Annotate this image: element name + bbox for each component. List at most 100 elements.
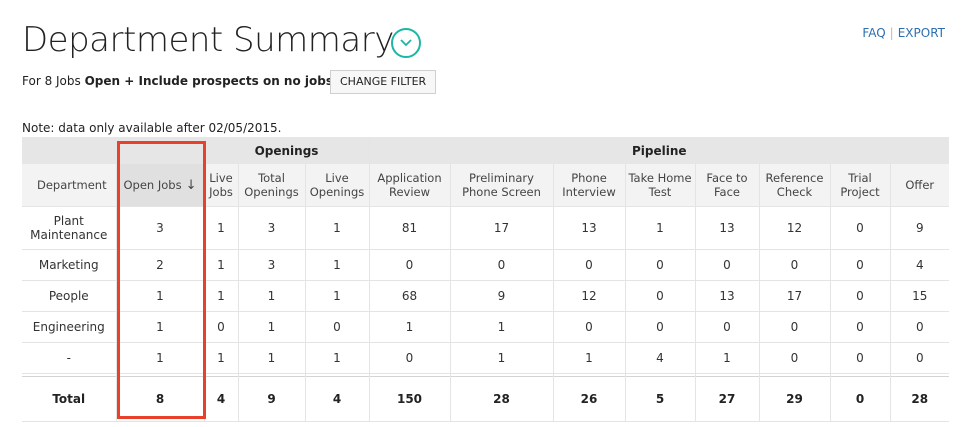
value-cell: 3: [237, 249, 305, 281]
department-cell: Total: [22, 376, 116, 422]
value-cell: 3: [115, 206, 204, 250]
value-cell: 1: [552, 342, 625, 374]
table-body: Plant Maintenance 3 1 3 1 81 17 13 1 13 12 0 9 Market…: [22, 206, 950, 422]
value-cell: 0: [552, 249, 625, 281]
value-cell: 2: [115, 249, 204, 281]
value-cell: 1: [237, 280, 305, 312]
column-header-offer[interactable]: Offer: [889, 164, 950, 207]
value-cell: 0: [449, 249, 553, 281]
value-cell: 0: [889, 311, 950, 343]
value-cell: 0: [829, 311, 890, 343]
value-cell: 28: [449, 376, 553, 422]
export-link[interactable]: EXPORT: [898, 26, 945, 40]
group-header-blank: [22, 137, 204, 164]
column-header-live-openings[interactable]: Live Openings: [304, 164, 369, 207]
value-cell: 13: [552, 206, 625, 250]
value-cell: 13: [694, 206, 759, 250]
value-cell: 1: [203, 342, 238, 374]
value-cell: 1: [449, 342, 553, 374]
table-row: People 1 1 1 1 68 9 12 0 13 17 0 15: [22, 280, 950, 312]
value-cell: 17: [758, 280, 830, 312]
value-cell: 0: [829, 280, 890, 312]
value-cell: 4: [304, 376, 369, 422]
column-header-trial-project[interactable]: Trial Project: [829, 164, 890, 207]
column-header-phone-interview[interactable]: Phone Interview: [552, 164, 625, 207]
group-header-pipeline: Pipeline: [368, 137, 950, 164]
column-header-preliminary-phone-screen[interactable]: Preliminary Phone Screen: [449, 164, 553, 207]
value-cell: 28: [889, 376, 950, 422]
value-cell: 0: [304, 311, 369, 343]
department-summary-table: Openings Pipeline Department Open Jobs ↓ …: [22, 137, 950, 422]
column-header-face-to-face[interactable]: Face to Face: [694, 164, 759, 207]
value-cell: 1: [115, 342, 204, 374]
value-cell: 5: [624, 376, 695, 422]
filter-plus: +: [120, 74, 139, 88]
value-cell: 15: [889, 280, 950, 312]
department-cell: -: [22, 342, 116, 374]
column-header-live-jobs[interactable]: Live Jobs: [203, 164, 238, 207]
value-cell: 3: [237, 206, 305, 250]
value-cell: 1: [368, 311, 450, 343]
link-separator: |: [889, 26, 894, 40]
value-cell: 1: [115, 311, 204, 343]
value-cell: 0: [829, 342, 890, 374]
value-cell: 1: [304, 206, 369, 250]
column-header-open-jobs[interactable]: Open Jobs ↓: [115, 164, 204, 207]
table-row: -111101141000: [22, 342, 950, 374]
value-cell: 0: [203, 311, 238, 343]
change-filter-button[interactable]: CHANGE FILTER: [330, 70, 437, 94]
page-title: Department Summary: [22, 20, 394, 60]
value-cell: 12: [758, 206, 830, 250]
value-cell: 1: [624, 206, 695, 250]
value-cell: 1: [694, 342, 759, 374]
value-cell: 0: [624, 311, 695, 343]
value-cell: 9: [449, 280, 553, 312]
value-cell: 0: [368, 249, 450, 281]
value-cell: 12: [552, 280, 625, 312]
value-cell: 150: [368, 376, 450, 422]
value-cell: 1: [203, 249, 238, 281]
column-header-take-home-test[interactable]: Take Home Test: [624, 164, 695, 207]
value-cell: 17: [449, 206, 553, 250]
chevron-down-circle-icon[interactable]: [391, 28, 421, 58]
department-cell: Marketing: [22, 249, 116, 281]
top-links: FAQ | EXPORT: [862, 26, 945, 40]
department-cell: People: [22, 280, 116, 312]
value-cell: 9: [889, 206, 950, 250]
value-cell: 81: [368, 206, 450, 250]
value-cell: 1: [203, 206, 238, 250]
filter-summary: For 8 Jobs Open + Include prospects on n…: [22, 74, 333, 88]
value-cell: 0: [368, 342, 450, 374]
column-header-reference-check[interactable]: Reference Check: [758, 164, 830, 207]
value-cell: 0: [889, 342, 950, 374]
value-cell: 1: [304, 342, 369, 374]
value-cell: 0: [758, 249, 830, 281]
department-cell: Plant Maintenance: [22, 206, 116, 250]
value-cell: 0: [624, 249, 695, 281]
value-cell: 0: [758, 311, 830, 343]
value-cell: 0: [694, 249, 759, 281]
column-header-department[interactable]: Department: [22, 164, 116, 207]
value-cell: 4: [203, 376, 238, 422]
value-cell: 1: [449, 311, 553, 343]
value-cell: 0: [829, 249, 890, 281]
value-cell: 9: [237, 376, 305, 422]
value-cell: 1: [115, 280, 204, 312]
faq-link[interactable]: FAQ: [862, 26, 885, 40]
value-cell: 4: [624, 342, 695, 374]
value-cell: 1: [237, 311, 305, 343]
value-cell: 1: [237, 342, 305, 374]
value-cell: 26: [552, 376, 625, 422]
department-cell: Engineering: [22, 311, 116, 343]
column-header-total-openings[interactable]: Total Openings: [237, 164, 305, 207]
value-cell: 1: [203, 280, 238, 312]
value-cell: 0: [758, 342, 830, 374]
value-cell: 29: [758, 376, 830, 422]
total-row: Total 8 4 9 4 150 28 26 5 27 29 0 28: [22, 376, 950, 422]
column-header-open-jobs-label: Open Jobs: [123, 177, 182, 192]
value-cell: 13: [694, 280, 759, 312]
column-header-application-review[interactable]: Application Review: [368, 164, 450, 207]
arrow-down-icon: ↓: [185, 177, 197, 193]
data-note: Note: data only available after 02/05/20…: [22, 121, 282, 135]
value-cell: 27: [694, 376, 759, 422]
